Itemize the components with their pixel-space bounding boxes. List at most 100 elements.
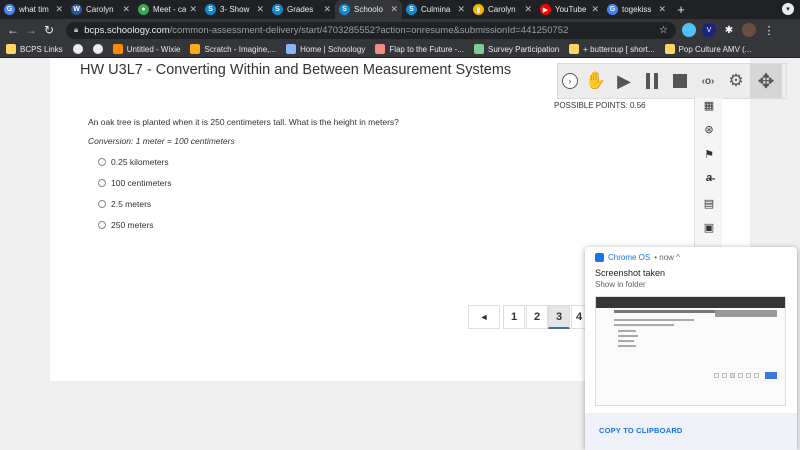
radio-button[interactable] — [98, 158, 106, 166]
tab-close-icon[interactable]: ✕ — [390, 4, 398, 15]
settings-gear-icon[interactable]: ⚙ — [722, 67, 750, 95]
tab-title: Carolyn — [86, 5, 114, 14]
radio-button[interactable] — [98, 221, 106, 229]
tab-favicon-icon: S — [205, 4, 216, 15]
bookmark-item[interactable]: Scratch - Imagine,... — [190, 44, 276, 54]
bookmark-icon — [190, 44, 201, 54]
chrome-os-icon — [595, 253, 604, 262]
bookmark-label: Pop Culture AMV (... — [678, 44, 752, 54]
collapse-toolbar-button[interactable]: › — [562, 73, 578, 89]
browser-tab[interactable]: Gtogekiss ✕ — [603, 0, 670, 19]
bookmark-label: Flap to the Future -... — [389, 44, 465, 54]
speech-icon[interactable]: ‹o› — [694, 67, 722, 95]
browser-tab[interactable]: S 3- Show ✕ — [201, 0, 268, 19]
tab-favicon-icon: G — [607, 4, 618, 15]
bookmark-item[interactable] — [92, 44, 103, 54]
browser-tab[interactable]: ▶ YouTube ✕ — [536, 0, 603, 19]
tab-close-icon[interactable]: ✕ — [658, 4, 666, 15]
play-icon[interactable]: ▶ — [610, 67, 638, 95]
tab-title: Carolyn — [488, 5, 516, 14]
page-button-2[interactable]: 2 — [526, 305, 548, 329]
tab-close-icon[interactable]: ✕ — [591, 4, 599, 15]
address-bar[interactable]: 🔒︎ bcps.schoology.com/common-assessment-… — [66, 21, 676, 39]
answer-option[interactable]: 250 meters — [98, 220, 154, 230]
reload-button[interactable]: ↻ — [40, 21, 58, 39]
bookmark-item[interactable]: Flap to the Future -... — [375, 44, 464, 54]
stop-icon[interactable] — [666, 67, 694, 95]
profile-avatar[interactable] — [742, 23, 756, 37]
prev-page-button[interactable]: ◄ — [468, 305, 500, 329]
answer-option[interactable]: 0.25 kilometers — [98, 157, 169, 167]
assessment-title: HW U3L7 - Converting Within and Between … — [80, 62, 512, 78]
tts-toolbar: › ✋ ▶ ‹o› ⚙ ✥ — [557, 63, 787, 99]
bookmark-icon — [6, 44, 16, 54]
back-button[interactable]: ← — [4, 21, 22, 39]
bookmarks-bar: BCPS Links Untitled - Wixie Scratch - Imag… — [0, 41, 800, 58]
shield-extension-icon[interactable]: V — [702, 23, 716, 37]
tab-close-icon[interactable]: ✕ — [323, 4, 331, 15]
tab-favicon-icon: S — [272, 4, 283, 15]
new-tab-button[interactable]: + — [670, 2, 692, 17]
radio-button[interactable] — [98, 179, 106, 187]
tab-close-icon[interactable]: ✕ — [122, 4, 130, 15]
answer-option[interactable]: 2.5 meters — [98, 199, 151, 209]
extension-puzzle-icon[interactable]: ✱ — [722, 23, 736, 37]
screenshot-thumbnail[interactable] — [595, 296, 786, 406]
bookmark-icon — [112, 44, 123, 54]
copy-to-clipboard-button[interactable]: COPY TO CLIPBOARD — [599, 426, 683, 435]
calculator-grid-icon[interactable]: ▦ — [702, 98, 716, 112]
tab-strip: Gwhat tim ✕ W Carolyn ✕ ● Meet - ca ✕ S 3- Show ✕ S… — [0, 0, 800, 19]
bookmark-label: Untitled - Wixie — [126, 44, 181, 54]
bookmark-icon — [286, 44, 297, 54]
browser-tab[interactable]: W Carolyn ✕ — [67, 0, 134, 19]
tab-favicon-icon: W — [71, 4, 82, 15]
tab-title: YouTube — [555, 5, 587, 14]
show-in-folder-link[interactable]: Show in folder — [595, 280, 646, 289]
forward-button[interactable]: → — [22, 21, 40, 39]
browser-tab[interactable]: S Schoolo ✕ — [335, 0, 402, 19]
tab-title: 3- Show — [220, 5, 250, 14]
browser-tab[interactable]: ● Meet - ca ✕ — [134, 0, 201, 19]
bookmark-item[interactable] — [72, 44, 83, 54]
tab-close-icon[interactable]: ✕ — [189, 4, 197, 15]
tab-close-icon[interactable]: ✕ — [457, 4, 465, 15]
bookmark-icon — [569, 44, 580, 54]
page-button-3-current[interactable]: 3 — [548, 305, 570, 329]
strikethrough-icon[interactable]: a̶ — [702, 171, 716, 185]
bookmark-star-icon[interactable]: ☆ — [659, 25, 668, 36]
tab-favicon-icon: ▶ — [540, 4, 551, 15]
radio-button[interactable] — [98, 200, 106, 208]
pause-icon[interactable] — [638, 67, 666, 95]
browser-tab[interactable]: Gwhat tim ✕ — [0, 0, 67, 19]
bookmark-item[interactable]: Survey Participation — [474, 44, 559, 54]
bookmark-label: Scratch - Imagine,... — [204, 44, 277, 54]
bookmark-item[interactable]: BCPS Links — [6, 44, 63, 54]
bookmark-icon — [664, 44, 675, 54]
browser-tab[interactable]: S Grades ✕ — [268, 0, 335, 19]
bookmark-item[interactable]: Home | Schoology — [286, 44, 365, 54]
bookmark-item[interactable]: Untitled - Wixie — [112, 44, 181, 54]
tab-close-icon[interactable]: ✕ — [524, 4, 532, 15]
drag-move-icon[interactable]: ✥ — [750, 64, 782, 98]
tab-title: what tim — [19, 5, 49, 14]
bookmark-item[interactable]: + buttercup [ short... — [569, 44, 655, 54]
flag-icon[interactable]: ⚑ — [702, 147, 716, 161]
browser-tab[interactable]: S Culmina ✕ — [402, 0, 469, 19]
calculator-icon[interactable]: ▤ — [702, 196, 716, 210]
accessibility-icon[interactable]: ⊛ — [702, 122, 716, 136]
answer-option[interactable]: 100 centimeters — [98, 178, 171, 188]
extension-icon[interactable] — [682, 23, 696, 37]
pointer-hand-icon[interactable]: ✋ — [582, 67, 610, 95]
notepad-icon[interactable]: ▣ — [702, 220, 716, 234]
notification-time: • now ^ — [654, 253, 680, 262]
tab-title: Meet - ca — [153, 5, 187, 14]
menu-icon[interactable]: ⋮ — [762, 23, 776, 37]
tab-close-icon[interactable]: ✕ — [55, 4, 63, 15]
bookmark-item[interactable]: Pop Culture AMV (... — [664, 44, 752, 54]
tab-search-icon[interactable]: ▾ — [782, 3, 794, 15]
page-button-1[interactable]: 1 — [503, 305, 525, 329]
tab-close-icon[interactable]: ✕ — [256, 4, 264, 15]
browser-tab[interactable]: ▮ Carolyn ✕ — [469, 0, 536, 19]
screenshot-notification[interactable]: Chrome OS • now ^ Screenshot taken Show … — [585, 247, 797, 450]
bookmark-icon — [474, 44, 485, 54]
